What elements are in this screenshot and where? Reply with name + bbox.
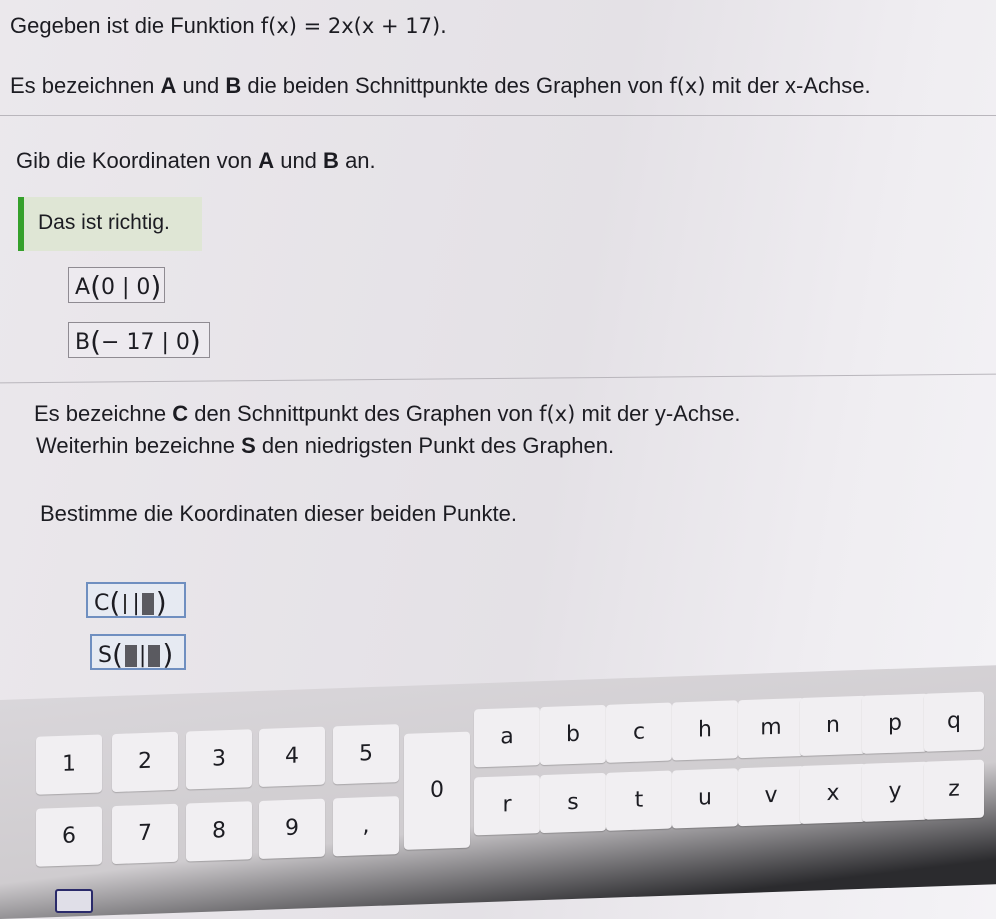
feedback-correct: Das ist richtig. — [18, 197, 202, 251]
key-y[interactable]: y — [862, 761, 928, 822]
key-6[interactable]: 6 — [36, 806, 102, 867]
key-m[interactable]: m — [738, 697, 804, 759]
answer-value: − 17 | 0 — [101, 330, 190, 355]
text: Gib die Koordinaten von — [16, 148, 253, 173]
paren-open: ( — [90, 325, 102, 358]
text-cursor — [124, 594, 127, 614]
feedback-text: Das ist richtig. — [38, 211, 170, 234]
paren-open: ( — [111, 638, 123, 671]
separator: | — [138, 643, 147, 668]
intersection-statement: Es bezeichnen A und B die beiden Schnitt… — [10, 72, 871, 100]
point-b-label: B — [225, 73, 242, 98]
paren-close: ) — [162, 638, 174, 671]
text: die beiden Schnittpunkte des Graphen von — [247, 73, 664, 98]
text: Weiterhin bezeichne — [36, 433, 235, 458]
point-a-label: A — [258, 148, 275, 173]
point-s-label: S — [241, 433, 256, 458]
key-7[interactable]: 7 — [112, 803, 178, 865]
fx-symbol: f(x) — [669, 74, 706, 98]
text: den Schnittpunkt des Graphen von — [194, 401, 534, 426]
paren-open: ( — [90, 270, 101, 303]
divider — [0, 373, 996, 384]
answer-a-field[interactable]: A(0 | 0) — [68, 267, 165, 303]
instruction-text: Bestimme die Koordinaten dieser beiden P… — [40, 501, 517, 526]
key-t[interactable]: t — [606, 770, 672, 831]
key-8[interactable]: 8 — [186, 801, 252, 862]
text: und — [280, 148, 317, 173]
point-a-label: A — [160, 73, 177, 98]
function-formula: f(x) = 2x(x + 17). — [260, 14, 447, 38]
key-0[interactable]: 0 — [404, 731, 470, 850]
answer-label: C — [94, 591, 110, 616]
key-c[interactable]: c — [606, 702, 672, 763]
answer-c-field[interactable]: C( |) — [86, 582, 186, 619]
text: mit der x-Achse. — [711, 73, 871, 98]
key-b[interactable]: b — [540, 704, 606, 766]
key-3[interactable]: 3 — [186, 729, 252, 790]
text: an. — [345, 148, 376, 173]
paren-close: ) — [189, 325, 201, 358]
key-z[interactable]: z — [924, 759, 984, 820]
on-screen-keyboard: 1 2 3 4 5 6 7 8 9 , 0 a b c h m n p q r … — [0, 665, 996, 919]
input-slot[interactable] — [124, 645, 137, 667]
text: Es bezeichne — [34, 401, 167, 426]
key-5[interactable]: 5 — [333, 724, 399, 785]
intro-text: Gegeben ist die Funktion — [10, 13, 255, 38]
answer-label: B — [75, 330, 91, 355]
key-9[interactable]: 9 — [259, 798, 325, 859]
key-u[interactable]: u — [672, 768, 738, 829]
function-statement: Gegeben ist die Funktion f(x) = 2x(x + 1… — [10, 12, 447, 40]
input-slot[interactable] — [141, 593, 154, 615]
key-q[interactable]: q — [924, 691, 984, 752]
text: und — [182, 73, 220, 98]
key-4[interactable]: 4 — [259, 726, 325, 787]
separator: | — [132, 591, 140, 616]
answer-label: S — [98, 643, 112, 668]
key-h[interactable]: h — [672, 700, 738, 761]
key-2[interactable]: 2 — [112, 731, 178, 793]
keyboard-icon[interactable] — [55, 889, 93, 913]
key-v[interactable]: v — [738, 765, 804, 827]
key-a[interactable]: a — [474, 707, 540, 768]
text: den niedrigsten Punkt des Graphen. — [261, 433, 615, 458]
key-r[interactable]: r — [474, 775, 540, 836]
text: mit der y-Achse. — [581, 401, 741, 426]
point-c-label: C — [172, 401, 189, 426]
question-text: Gib die Koordinaten von A und B an. — [16, 147, 376, 175]
text: Es bezeichnen — [10, 73, 155, 98]
paren-open: ( — [109, 586, 121, 619]
key-1[interactable]: 1 — [36, 734, 102, 795]
fx-symbol: f(x) — [539, 402, 576, 426]
input-slot[interactable] — [148, 645, 161, 667]
paren-close: ) — [155, 586, 167, 619]
divider — [0, 115, 996, 116]
minimum-statement: Weiterhin bezeichne S den niedrigsten Pu… — [36, 432, 614, 460]
screen: Gegeben ist die Funktion f(x) = 2x(x + 1… — [0, 0, 996, 919]
point-b-label: B — [323, 148, 339, 173]
answer-s-field[interactable]: S( |) — [90, 634, 186, 671]
paren-close: ) — [150, 270, 162, 303]
key-x[interactable]: x — [800, 763, 866, 825]
answer-label: A — [75, 275, 91, 300]
answer-b-field[interactable]: B(− 17 | 0) — [68, 322, 210, 358]
key-s[interactable]: s — [540, 772, 606, 834]
answer-value: 0 | 0 — [101, 275, 151, 300]
key-n[interactable]: n — [800, 695, 866, 757]
key-comma[interactable]: , — [333, 796, 399, 857]
y-intercept-statement: Es bezeichne C den Schnittpunkt des Grap… — [34, 400, 740, 428]
key-p[interactable]: p — [862, 693, 928, 754]
